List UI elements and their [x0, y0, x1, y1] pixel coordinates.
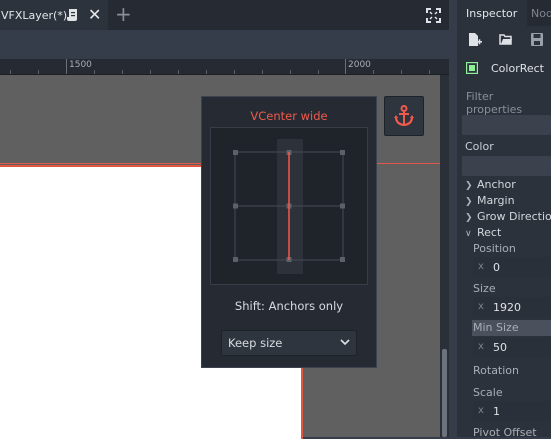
ruler-minor-tick	[150, 70, 151, 74]
ruler-minor-tick	[94, 70, 95, 74]
ruler-major-tick	[345, 59, 346, 74]
color-picker-field[interactable]	[462, 156, 551, 176]
size-x-field[interactable]: x 1920	[473, 297, 551, 317]
ruler-minor-tick	[262, 70, 263, 74]
anchor-handle[interactable]	[233, 203, 238, 209]
script-icon[interactable]	[67, 8, 79, 22]
anchor-presets-button[interactable]	[384, 96, 424, 136]
ruler-label: 1500	[69, 60, 92, 70]
horizontal-ruler: 1500 2000	[0, 59, 449, 75]
resize-mode-select[interactable]: Keep size	[221, 330, 357, 356]
anchor-handle[interactable]	[340, 257, 345, 262]
preset-title: VCenter wide	[250, 109, 328, 123]
fullscreen-icon[interactable]	[426, 8, 441, 23]
tab-inspector[interactable]: Inspector	[457, 0, 527, 26]
close-icon[interactable]: ✕	[88, 7, 101, 23]
axis-label: x	[478, 341, 484, 352]
anchor-grid[interactable]	[211, 128, 367, 284]
min-size-x-field[interactable]: x 50	[473, 337, 551, 357]
ruler-minor-tick	[10, 70, 11, 74]
tab-inspector-label: Inspector	[466, 7, 518, 20]
anchor-icon	[394, 105, 414, 127]
node-name: ColorRect	[491, 62, 544, 75]
ruler-minor-tick	[429, 70, 430, 74]
position-x-value: 0	[493, 261, 500, 274]
dock-tab-bar: Inspector Node	[457, 0, 551, 26]
ruler-major-tick	[66, 59, 67, 74]
resize-mode-value: Keep size	[228, 336, 283, 350]
anchor-handle[interactable]	[233, 150, 238, 155]
new-resource-icon[interactable]	[468, 32, 482, 47]
selected-node-row[interactable]: ColorRect	[457, 57, 551, 79]
ruler-minor-tick	[178, 70, 179, 74]
ruler-minor-tick	[290, 70, 291, 74]
chevron-right-icon: ❯	[465, 197, 473, 207]
filter-properties-input[interactable]: Filter properties	[462, 86, 551, 116]
axis-label: x	[478, 301, 484, 312]
chevron-right-icon: ❯	[465, 213, 473, 223]
group-grow-direction-label: Grow Direction	[477, 210, 551, 223]
anchor-handle[interactable]	[233, 257, 238, 262]
scene-tab-bar: VFXLayer(*) ✕ +	[0, 0, 449, 30]
add-tab-icon[interactable]: +	[115, 4, 132, 24]
group-grow-direction[interactable]: ❯ Grow Direction	[465, 210, 551, 223]
chevron-down-icon: ∨	[465, 229, 472, 239]
group-rect[interactable]: ∨ Rect	[465, 226, 501, 239]
min-size-x-value: 50	[493, 341, 507, 354]
ruler-minor-tick	[38, 70, 39, 74]
axis-label: x	[478, 405, 484, 416]
scale-x-value: 1	[493, 405, 500, 418]
anchor-preset-picker[interactable]	[210, 127, 368, 285]
anchor-handle[interactable]	[340, 203, 345, 209]
colorrect-icon	[466, 62, 478, 74]
ruler-minor-tick	[401, 70, 402, 74]
ruler-minor-tick	[234, 70, 235, 74]
position-label: Position	[473, 242, 516, 255]
anchor-presets-popup: VCenter wide Shift: Anchors only Keep si…	[201, 96, 377, 368]
anchor-handle[interactable]	[340, 150, 345, 155]
rotation-label: Rotation	[473, 364, 520, 377]
group-rect-label: Rect	[477, 226, 502, 239]
ruler-minor-tick	[318, 70, 319, 74]
tab-node[interactable]: Node	[531, 7, 551, 20]
position-x-field[interactable]: x 0	[473, 257, 551, 277]
open-resource-icon[interactable]	[499, 32, 513, 47]
save-resource-icon[interactable]	[530, 32, 544, 47]
ruler-minor-tick	[373, 70, 374, 74]
scene-tab-label: VFXLayer(*)	[1, 8, 68, 22]
property-field[interactable]	[462, 115, 551, 135]
min-size-label: Min Size	[473, 321, 519, 334]
chevron-down-icon	[340, 339, 350, 346]
scale-x-field[interactable]: x 1	[473, 401, 551, 421]
ruler-minor-tick	[122, 70, 123, 74]
anchor-hint-text: Shift: Anchors only	[234, 299, 344, 313]
chevron-right-icon: ❯	[465, 181, 473, 191]
pivot-offset-label: Pivot Offset	[473, 426, 537, 439]
group-margin[interactable]: ❯ Margin	[465, 194, 515, 207]
filter-placeholder: Filter properties	[466, 90, 523, 116]
axis-label: x	[478, 261, 484, 272]
ruler-label: 2000	[348, 60, 371, 70]
group-anchor-label: Anchor	[477, 178, 516, 191]
scrollbar-thumb[interactable]	[442, 349, 447, 437]
scale-label: Scale	[473, 386, 503, 399]
color-label: Color	[465, 140, 494, 153]
vertical-scrollbar[interactable]	[440, 75, 449, 437]
size-label: Size	[473, 282, 496, 295]
ruler-minor-tick	[206, 70, 207, 74]
size-x-value: 1920	[493, 301, 521, 314]
inspector-panel: Inspector Node ColorRect Filter properti…	[457, 0, 551, 439]
group-anchor[interactable]: ❯ Anchor	[465, 178, 516, 191]
group-margin-label: Margin	[477, 194, 515, 207]
